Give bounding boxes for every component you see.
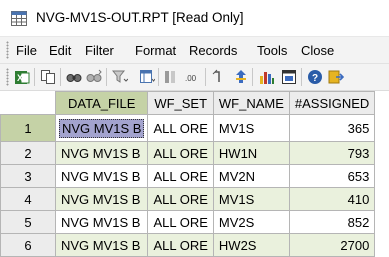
window-title: NVG-MV1S-OUT.RPT [Read Only] (36, 10, 244, 25)
toolbar-separator (205, 68, 206, 86)
cell-data-file[interactable]: NVG MV1S B (54, 164, 149, 188)
cell-wf-name[interactable]: MV2S (212, 210, 290, 234)
toolbar-separator (252, 68, 253, 86)
help-icon[interactable]: ? (307, 69, 323, 85)
cell-wf-name[interactable]: MV1S (212, 114, 290, 142)
exit-icon[interactable] (328, 69, 344, 85)
data-grid: DATA_FILE WF_SET WF_NAME #ASSIGNED 1 NVG … (0, 91, 376, 257)
sort-icon[interactable] (233, 69, 249, 85)
selected-cell-text: NVG MV1S B (59, 118, 145, 138)
column-header-data-file[interactable]: DATA_FILE (54, 91, 149, 115)
cell-wf-set[interactable]: ALL ORE (147, 164, 214, 188)
cell-wf-name[interactable]: HW1N (212, 141, 290, 165)
column-header-wf-name[interactable]: WF_NAME (212, 91, 290, 115)
table-row[interactable]: 6 NVG MV1S B ALL ORE HW2S 2700 (0, 233, 376, 257)
cell-wf-set[interactable]: ALL ORE (147, 233, 214, 257)
menu-edit[interactable]: Edit (49, 43, 71, 58)
toolbar-separator (106, 68, 107, 86)
toolbar-separator (158, 68, 159, 86)
cell-assigned[interactable]: 852 (288, 210, 376, 234)
toolbar-separator (60, 68, 61, 86)
cell-wf-set[interactable]: ALL ORE (147, 187, 214, 211)
menu-format[interactable]: Format (135, 43, 176, 58)
menu-tools[interactable]: Tools (257, 43, 287, 58)
toolbar: X .00 ? (0, 64, 389, 91)
svg-text:.00: .00 (185, 74, 197, 83)
menu-file[interactable]: File (16, 43, 37, 58)
cell-assigned[interactable]: 653 (288, 164, 376, 188)
find-next-icon[interactable] (86, 69, 102, 85)
grid-corner (0, 91, 56, 115)
row-number[interactable]: 1 (0, 114, 56, 142)
column-header-assigned[interactable]: #ASSIGNED (288, 91, 376, 115)
insert-column-icon[interactable] (163, 69, 179, 85)
row-number[interactable]: 2 (0, 141, 56, 165)
svg-text:?: ? (312, 73, 318, 84)
export-excel-icon[interactable]: X (14, 69, 30, 85)
decimal-places-icon[interactable]: .00 (185, 69, 201, 85)
menu-bar: File Edit Filter Format Records Tools Cl… (0, 37, 389, 64)
menu-close[interactable]: Close (301, 43, 334, 58)
cell-wf-set[interactable]: ALL ORE (147, 141, 214, 165)
cell-wf-name[interactable]: MV2N (212, 164, 290, 188)
cell-data-file[interactable]: NVG MV1S B (54, 141, 149, 165)
toolbar-separator (34, 68, 35, 86)
cell-assigned[interactable]: 2700 (288, 233, 376, 257)
cell-wf-name[interactable]: MV1S (212, 187, 290, 211)
find-icon[interactable] (66, 69, 82, 85)
columns-icon[interactable] (139, 69, 155, 85)
table-row[interactable]: 2 NVG MV1S B ALL ORE HW1N 793 (0, 141, 376, 165)
table-row[interactable]: 5 NVG MV1S B ALL ORE MV2S 852 (0, 210, 376, 234)
grid-header-row: DATA_FILE WF_SET WF_NAME #ASSIGNED (0, 91, 376, 115)
copy-icon[interactable] (40, 69, 56, 85)
filter-icon[interactable] (112, 69, 128, 85)
column-header-wf-set[interactable]: WF_SET (147, 91, 214, 115)
row-number[interactable]: 4 (0, 187, 56, 211)
table-row[interactable]: 3 NVG MV1S B ALL ORE MV2N 653 (0, 164, 376, 188)
cell-data-file[interactable]: NVG MV1S B (54, 187, 149, 211)
table-row[interactable]: 4 NVG MV1S B ALL ORE MV1S 410 (0, 187, 376, 211)
menu-grip-handle[interactable] (6, 41, 9, 59)
svg-text:X: X (17, 73, 23, 83)
app-grid-icon (11, 11, 27, 26)
toolbar-separator (301, 68, 302, 86)
menu-records[interactable]: Records (189, 43, 237, 58)
cell-assigned[interactable]: 365 (288, 114, 376, 142)
cell-wf-set[interactable]: ALL ORE (147, 114, 214, 142)
table-row[interactable]: 1 NVG MV1S B ALL ORE MV1S 365 (0, 114, 376, 142)
cell-data-file-selected[interactable]: NVG MV1S B (54, 114, 149, 142)
cell-assigned[interactable]: 410 (288, 187, 376, 211)
cell-data-file[interactable]: NVG MV1S B (54, 210, 149, 234)
chart-icon[interactable] (259, 69, 275, 85)
row-number[interactable]: 3 (0, 164, 56, 188)
cell-assigned[interactable]: 793 (288, 141, 376, 165)
menu-filter[interactable]: Filter (85, 43, 114, 58)
cell-data-file[interactable]: NVG MV1S B (54, 233, 149, 257)
refresh-icon[interactable] (211, 69, 227, 85)
toolbar-grip-handle[interactable] (6, 68, 9, 86)
report-icon[interactable] (281, 69, 297, 85)
cell-wf-name[interactable]: HW2S (212, 233, 290, 257)
row-number[interactable]: 5 (0, 210, 56, 234)
cell-wf-set[interactable]: ALL ORE (147, 210, 214, 234)
title-bar: NVG-MV1S-OUT.RPT [Read Only] (0, 0, 389, 37)
data-grid-area: DATA_FILE WF_SET WF_NAME #ASSIGNED 1 NVG … (0, 91, 389, 257)
row-number[interactable]: 6 (0, 233, 56, 257)
